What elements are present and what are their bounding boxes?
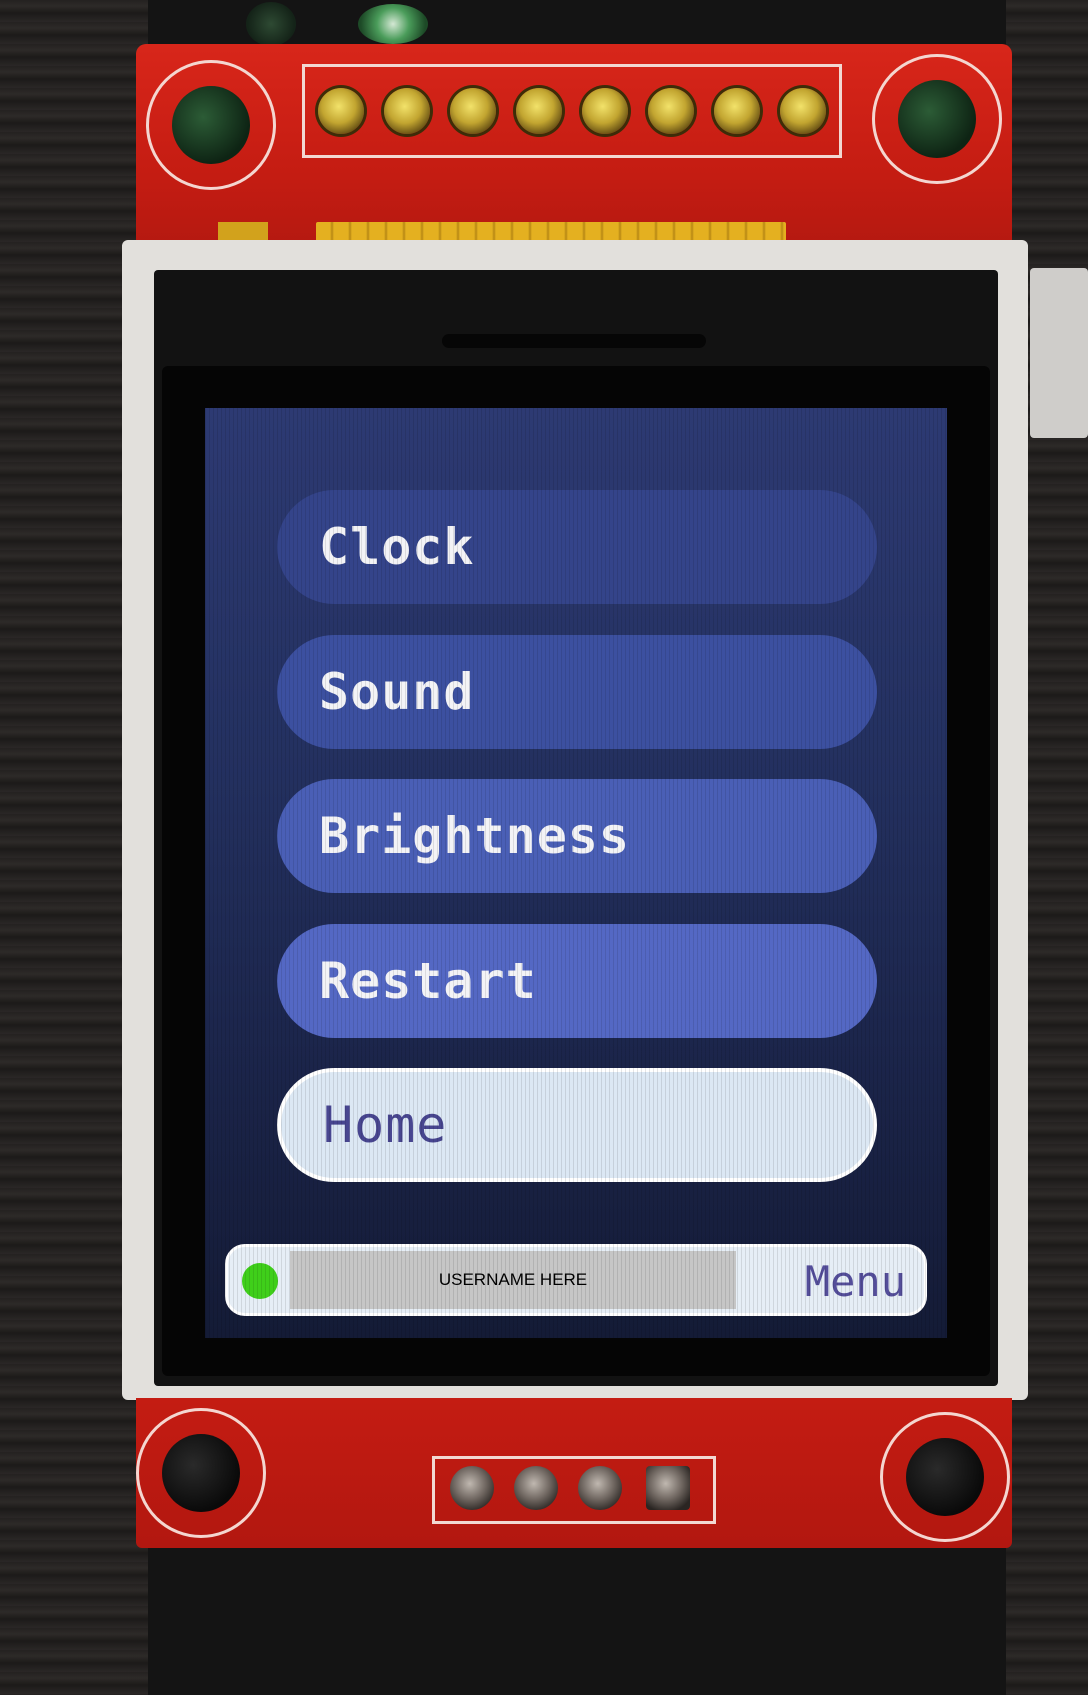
- username-display: USERNAME HERE: [290, 1251, 736, 1309]
- menu-item-home[interactable]: Home: [277, 1068, 877, 1182]
- header-pin: [780, 88, 826, 134]
- header-pin: [714, 88, 760, 134]
- pin-header-top: [302, 64, 842, 158]
- header-pin: [450, 1466, 494, 1510]
- status-bar: USERNAME HERE Menu: [225, 1244, 927, 1316]
- menu-item-restart[interactable]: Restart: [277, 924, 877, 1038]
- header-pin: [648, 88, 694, 134]
- bezel-slot: [442, 334, 706, 348]
- menu-item-brightness[interactable]: Brightness: [277, 779, 877, 893]
- mount-hole-top-right: [872, 54, 1002, 184]
- header-pin: [582, 88, 628, 134]
- menu-item-label: Restart: [319, 952, 537, 1010]
- menu-item-label: Sound: [319, 663, 475, 721]
- header-pin-square: [646, 1466, 690, 1510]
- menu-item-clock[interactable]: Clock: [277, 490, 877, 604]
- indicator-led-dark: [246, 2, 296, 46]
- bezel-side-tab: [1030, 268, 1088, 438]
- photo-scene: Clock Sound Brightness Restart Home USER…: [0, 0, 1088, 1695]
- mount-hole-bottom-left: [136, 1408, 266, 1538]
- menu-button[interactable]: Menu: [805, 1255, 906, 1307]
- indicator-led-green: [358, 4, 428, 44]
- lcd-screen: Clock Sound Brightness Restart Home USER…: [205, 408, 947, 1338]
- status-indicator-icon: [242, 1263, 278, 1299]
- mount-hole-bottom-right: [880, 1412, 1010, 1542]
- menu-item-sound[interactable]: Sound: [277, 635, 877, 749]
- menu-item-label: Home: [323, 1096, 448, 1154]
- menu-item-label: Clock: [319, 518, 475, 576]
- menu-item-label: Brightness: [319, 807, 631, 865]
- header-pin: [384, 88, 430, 134]
- header-pin: [514, 1466, 558, 1510]
- header-pin: [318, 88, 364, 134]
- mount-hole-top-left: [146, 60, 276, 190]
- header-pin: [578, 1466, 622, 1510]
- header-pin: [450, 88, 496, 134]
- header-pin: [516, 88, 562, 134]
